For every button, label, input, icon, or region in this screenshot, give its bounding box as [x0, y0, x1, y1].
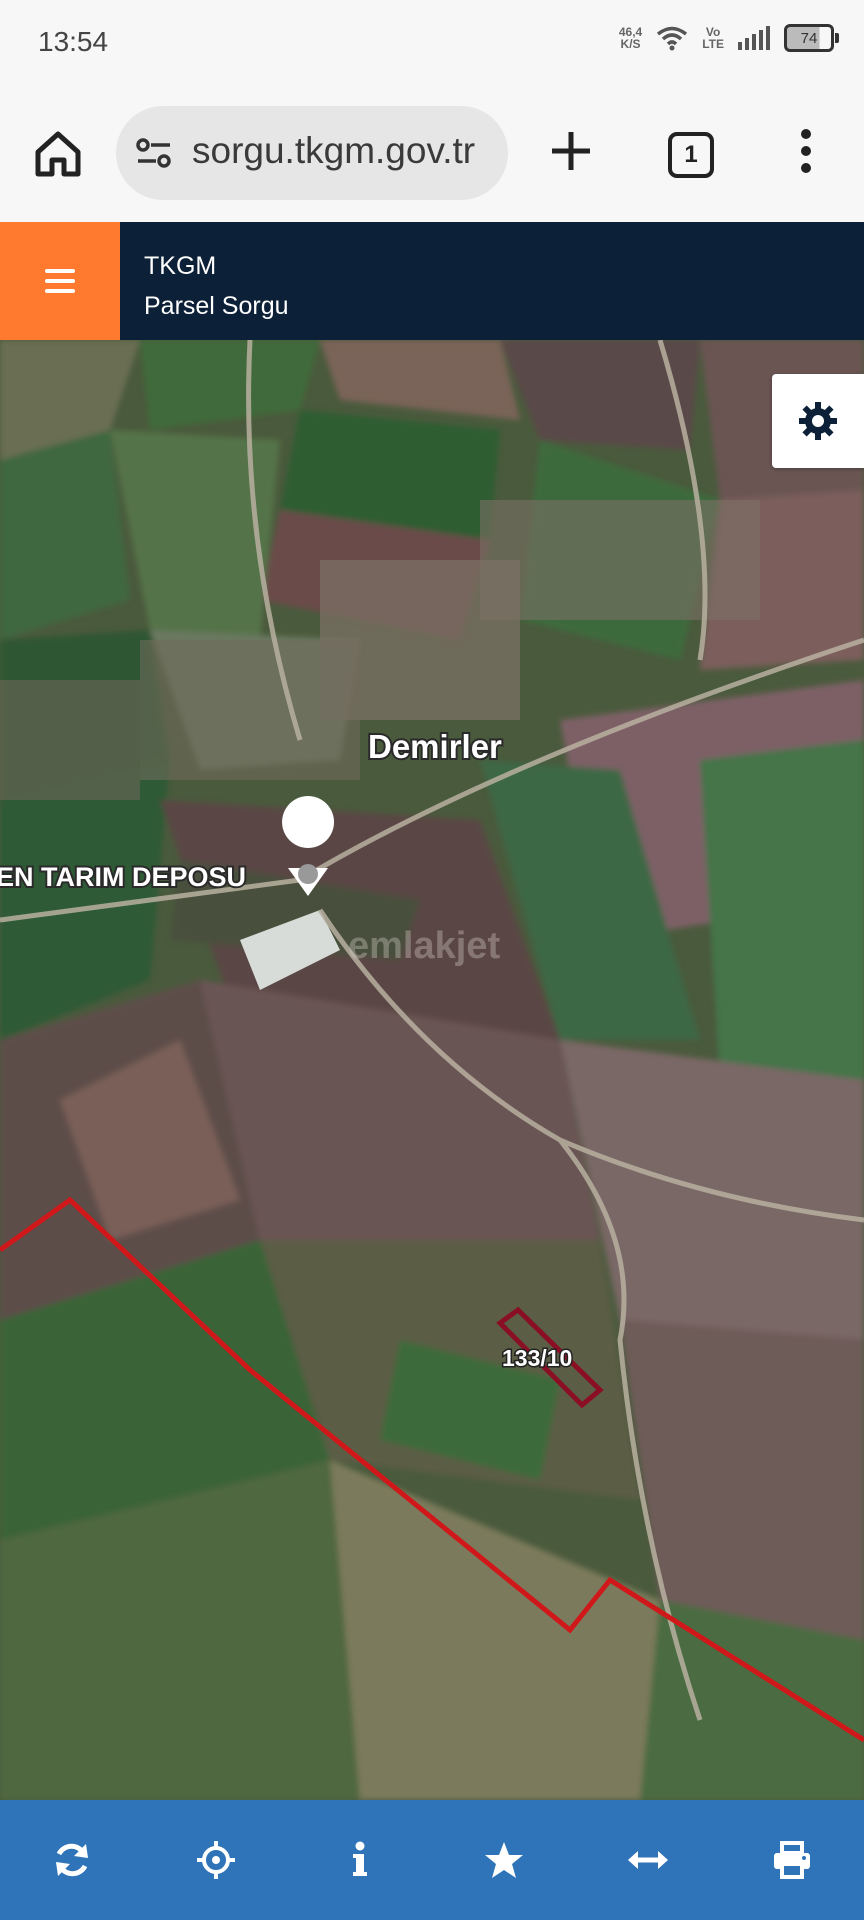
address-bar[interactable]: sorgu.tkgm.gov.tr: [116, 106, 508, 200]
tab-switcher-icon[interactable]: 1: [668, 132, 714, 178]
refresh-icon: [56, 1843, 88, 1877]
volte-indicator: Vo LTE: [702, 25, 724, 51]
print-button[interactable]: [760, 1828, 824, 1892]
watermark: emlakjet: [348, 925, 500, 967]
satellite-map[interactable]: 133/10 Demirler EN TARIM DEPOSU emlakjet: [0, 340, 864, 1800]
browser-toolbar: sorgu.tkgm.gov.tr 1: [0, 88, 864, 223]
measure-icon: [628, 1851, 668, 1869]
app-subtitle: Parsel Sorgu: [144, 292, 289, 320]
app-title: TKGM: [144, 252, 217, 280]
url-text[interactable]: sorgu.tkgm.gov.tr: [192, 130, 498, 172]
signal-icon: [738, 26, 770, 50]
clock: 13:54: [38, 26, 109, 57]
battery-icon: 74: [784, 24, 839, 52]
star-icon: [485, 1842, 523, 1878]
info-button[interactable]: [328, 1828, 392, 1892]
poi-label: EN TARIM DEPOSU: [0, 862, 246, 892]
map-settings-button[interactable]: [772, 374, 864, 468]
more-menu-icon[interactable]: [796, 128, 816, 174]
locate-icon: [197, 1841, 235, 1879]
app-header: TKGM Parsel Sorgu: [0, 222, 864, 340]
site-settings-icon[interactable]: [134, 134, 174, 174]
hamburger-menu-button[interactable]: [0, 222, 120, 340]
hamburger-icon: [45, 269, 75, 293]
refresh-button[interactable]: [40, 1828, 104, 1892]
status-bar: 13:54 46,4 K/S Vo LTE 74: [0, 0, 864, 88]
measure-button[interactable]: [616, 1828, 680, 1892]
favorite-button[interactable]: [472, 1828, 536, 1892]
wifi-icon: [657, 26, 688, 51]
status-icons: 46,4 K/S Vo LTE 74: [618, 24, 839, 52]
home-icon[interactable]: [30, 126, 86, 182]
locate-button[interactable]: [184, 1828, 248, 1892]
map-canvas[interactable]: 133/10 Demirler EN TARIM DEPOSU emlakjet: [0, 340, 864, 1800]
network-speed: 46,4 K/S: [618, 25, 643, 51]
gear-icon: [799, 402, 837, 440]
info-icon: [353, 1841, 367, 1876]
place-label: Demirler: [368, 728, 502, 765]
parcel-label: 133/10: [502, 1345, 572, 1371]
new-tab-icon[interactable]: [548, 128, 594, 174]
bottom-toolbar: [0, 1800, 864, 1920]
print-icon: [774, 1841, 810, 1879]
